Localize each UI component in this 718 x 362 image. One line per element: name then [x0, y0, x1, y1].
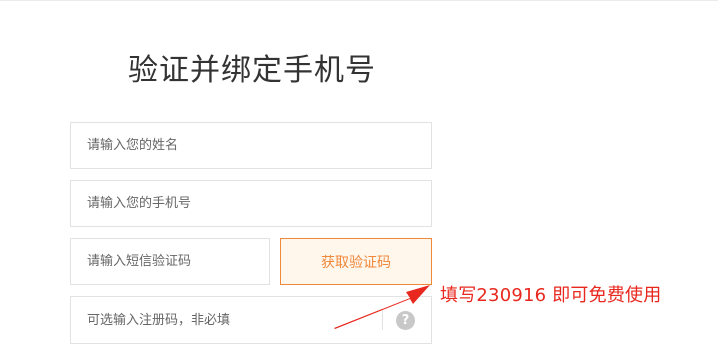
phone-field-container: [70, 180, 432, 227]
registration-code-field-container: [70, 296, 432, 344]
field-divider: [382, 310, 383, 330]
annotation-text: 填写230916 即可免费使用: [440, 285, 662, 306]
phone-input[interactable]: [71, 181, 431, 226]
sms-code-field-container: [70, 238, 270, 285]
bind-phone-page: 验证并绑定手机号 获取验证码 ? 填写230916 即可免费使用: [0, 0, 718, 362]
page-title: 验证并绑定手机号: [128, 53, 376, 88]
help-icon[interactable]: ?: [396, 311, 415, 330]
name-input[interactable]: [71, 123, 431, 168]
name-field-container: [70, 122, 432, 169]
get-code-button[interactable]: 获取验证码: [280, 238, 432, 285]
sms-code-input[interactable]: [71, 239, 269, 284]
registration-code-input[interactable]: [71, 297, 431, 343]
